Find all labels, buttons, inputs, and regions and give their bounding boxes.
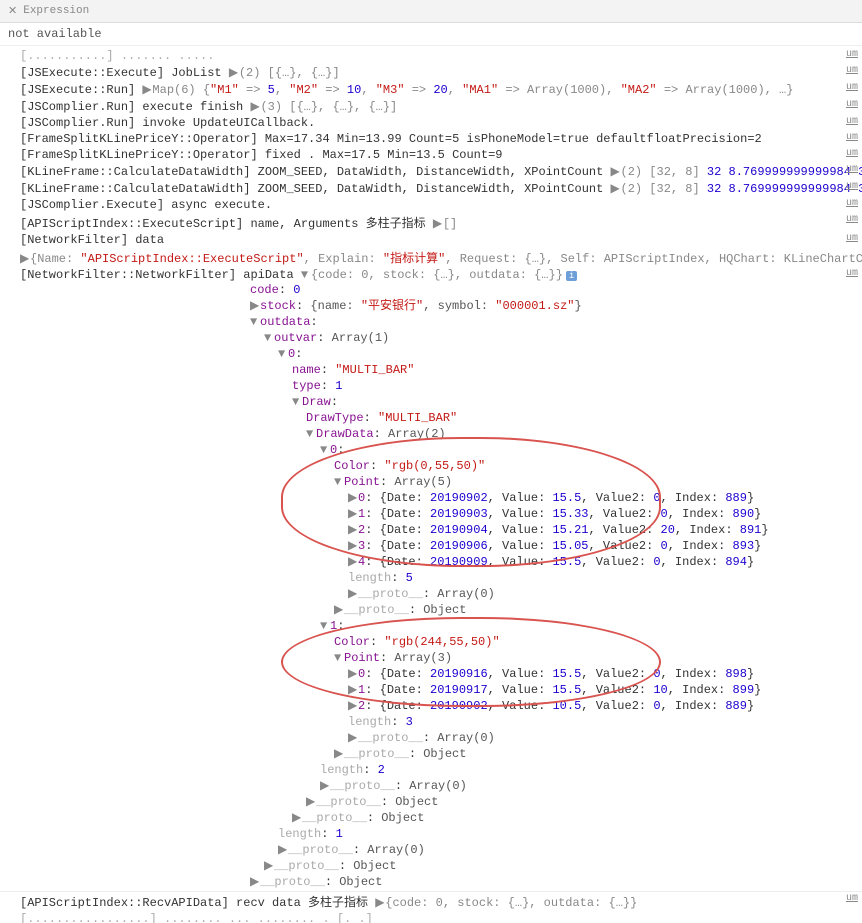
log-row[interactable]: [JSComplier.Run] invoke UpdateUICallback…: [0, 115, 862, 131]
tree-row[interactable]: ▶__proto__: Object: [334, 746, 854, 762]
tree-row[interactable]: ▶1: {Date: 20190917, Value: 15.5, Value2…: [348, 682, 854, 698]
tree-row[interactable]: ▶__proto__: Object: [292, 810, 854, 826]
expand-arrow-icon[interactable]: ▶: [250, 99, 260, 114]
source-link[interactable]: um: [846, 65, 858, 76]
expand-arrow-icon[interactable]: ▶: [611, 181, 621, 196]
tree-row[interactable]: ▼Draw:: [292, 394, 854, 410]
tree-row[interactable]: length: 3: [348, 714, 854, 730]
tree-row[interactable]: ▶__proto__: Array(0): [320, 778, 854, 794]
tree-row[interactable]: ▶0: {Date: 20190916, Value: 15.5, Value2…: [348, 666, 854, 682]
tree-row[interactable]: ▶3: {Date: 20190906, Value: 15.05, Value…: [348, 538, 854, 554]
source-link[interactable]: um: [846, 132, 858, 143]
collapse-arrow-icon[interactable]: ▼: [264, 330, 274, 346]
expand-arrow-icon[interactable]: ▶: [611, 164, 621, 179]
tree-row[interactable]: ▼1:: [320, 618, 854, 634]
collapse-arrow-icon[interactable]: ▼: [306, 426, 316, 442]
tree-row[interactable]: Color: "rgb(244,55,50)": [334, 634, 854, 650]
log-row[interactable]: ▶{Name: "APIScriptIndex::ExecuteScript",…: [0, 248, 862, 267]
tree-row[interactable]: code: 0: [250, 282, 854, 298]
expression-value: not available: [0, 23, 862, 46]
object-tree: code: 0 ▶stock: {name: "平安银行", symbol: "…: [20, 282, 854, 890]
collapse-arrow-icon[interactable]: ▼: [334, 474, 344, 490]
console-log: [...........] ....... .....um [JSExecute…: [0, 46, 862, 923]
log-row[interactable]: [FrameSplitKLinePriceY::Operator] Max=17…: [0, 131, 862, 147]
tree-row[interactable]: ▼0:: [278, 346, 854, 362]
log-row[interactable]: [KLineFrame::CalculateDataWidth] ZOOM_SE…: [0, 180, 862, 197]
log-row-expanded[interactable]: [NetworkFilter::NetworkFilter] apiData ▼…: [0, 267, 862, 891]
tree-row[interactable]: ▼outvar: Array(1): [264, 330, 854, 346]
tree-row[interactable]: ▶__proto__: Object: [306, 794, 854, 810]
tree-row[interactable]: type: 1: [292, 378, 854, 394]
tree-row[interactable]: name: "MULTI_BAR": [292, 362, 854, 378]
source-link[interactable]: um: [846, 164, 858, 175]
source-link[interactable]: um: [846, 148, 858, 159]
tree-row[interactable]: length: 2: [320, 762, 854, 778]
tree-row[interactable]: ▶__proto__: Object: [264, 858, 854, 874]
source-link[interactable]: um: [846, 233, 858, 244]
expand-arrow-icon[interactable]: ▶: [229, 65, 239, 80]
tree-row[interactable]: DrawType: "MULTI_BAR": [306, 410, 854, 426]
tree-row[interactable]: ▶2: {Date: 20190904, Value: 15.21, Value…: [348, 522, 854, 538]
close-icon[interactable]: ✕: [8, 4, 17, 18]
tree-row[interactable]: ▶__proto__: Object: [334, 602, 854, 618]
collapse-arrow-icon[interactable]: ▼: [320, 442, 330, 458]
log-row[interactable]: [JSComplier.Run] execute finish ▶(3) [{……: [0, 98, 862, 115]
tree-row[interactable]: ▶__proto__: Array(0): [348, 586, 854, 602]
expand-arrow-icon[interactable]: ▶: [20, 251, 30, 266]
expand-arrow-icon[interactable]: ▶: [142, 82, 152, 97]
tree-row[interactable]: ▶0: {Date: 20190902, Value: 15.5, Value2…: [348, 490, 854, 506]
tree-row[interactable]: ▼0:: [320, 442, 854, 458]
collapse-arrow-icon[interactable]: ▼: [334, 650, 344, 666]
tree-row[interactable]: ▼Point: Array(5): [334, 474, 854, 490]
collapse-arrow-icon[interactable]: ▼: [301, 268, 311, 282]
tree-row[interactable]: ▼Point: Array(3): [334, 650, 854, 666]
collapse-arrow-icon[interactable]: ▼: [292, 394, 302, 410]
log-row[interactable]: [NetworkFilter] dataum: [0, 232, 862, 248]
source-link[interactable]: um: [846, 268, 858, 279]
source-link[interactable]: um: [846, 99, 858, 110]
log-row[interactable]: [.................] ........ ... .......…: [0, 911, 862, 923]
log-row[interactable]: [KLineFrame::CalculateDataWidth] ZOOM_SE…: [0, 163, 862, 180]
source-link[interactable]: um: [846, 116, 858, 127]
log-row[interactable]: [JSExecute::Run] ▶Map(6) {"M1" => 5, "M2…: [0, 81, 862, 98]
source-link[interactable]: um: [846, 49, 858, 60]
tree-row[interactable]: ▶__proto__: Array(0): [348, 730, 854, 746]
collapse-arrow-icon[interactable]: ▼: [278, 346, 288, 362]
source-link[interactable]: um: [846, 214, 858, 225]
tree-row[interactable]: ▶stock: {name: "平安银行", symbol: "000001.s…: [250, 298, 854, 314]
source-link[interactable]: um: [846, 82, 858, 93]
tree-row[interactable]: length: 1: [278, 826, 854, 842]
expand-arrow-icon[interactable]: ▶: [250, 298, 260, 314]
tree-row[interactable]: length: 5: [348, 570, 854, 586]
tree-row[interactable]: ▶1: {Date: 20190903, Value: 15.33, Value…: [348, 506, 854, 522]
source-link[interactable]: um: [846, 198, 858, 209]
log-row[interactable]: [APIScriptIndex::RecvAPIData] recv data …: [0, 891, 862, 911]
collapse-arrow-icon[interactable]: ▼: [320, 618, 330, 634]
log-row[interactable]: [FrameSplitKLinePriceY::Operator] fixed …: [0, 147, 862, 163]
log-row[interactable]: [APIScriptIndex::ExecuteScript] name, Ar…: [0, 213, 862, 232]
header-title: Expression: [23, 5, 89, 17]
expand-arrow-icon[interactable]: ▶: [433, 216, 443, 231]
tree-row[interactable]: ▶__proto__: Object: [250, 874, 854, 890]
collapse-arrow-icon[interactable]: ▼: [250, 314, 260, 330]
tree-row[interactable]: ▶__proto__: Array(0): [278, 842, 854, 858]
log-row[interactable]: [...........] ....... .....um: [0, 48, 862, 64]
tree-row[interactable]: ▼DrawData: Array(2): [306, 426, 854, 442]
tree-row[interactable]: ▶2: {Date: 20190902, Value: 10.5, Value2…: [348, 698, 854, 714]
source-link[interactable]: um: [846, 893, 858, 904]
log-row[interactable]: [JSComplier.Execute] async execute.um: [0, 197, 862, 213]
log-row[interactable]: [JSExecute::Execute] JobList ▶(2) [{…}, …: [0, 64, 862, 81]
info-badge-icon[interactable]: i: [566, 271, 577, 281]
expand-arrow-icon[interactable]: ▶: [375, 895, 385, 910]
tree-row[interactable]: ▼outdata:: [250, 314, 854, 330]
tree-row[interactable]: Color: "rgb(0,55,50)": [334, 458, 854, 474]
tree-row[interactable]: ▶4: {Date: 20190909, Value: 15.5, Value2…: [348, 554, 854, 570]
source-link[interactable]: um: [846, 181, 858, 192]
expression-header: ✕ Expression: [0, 0, 862, 23]
